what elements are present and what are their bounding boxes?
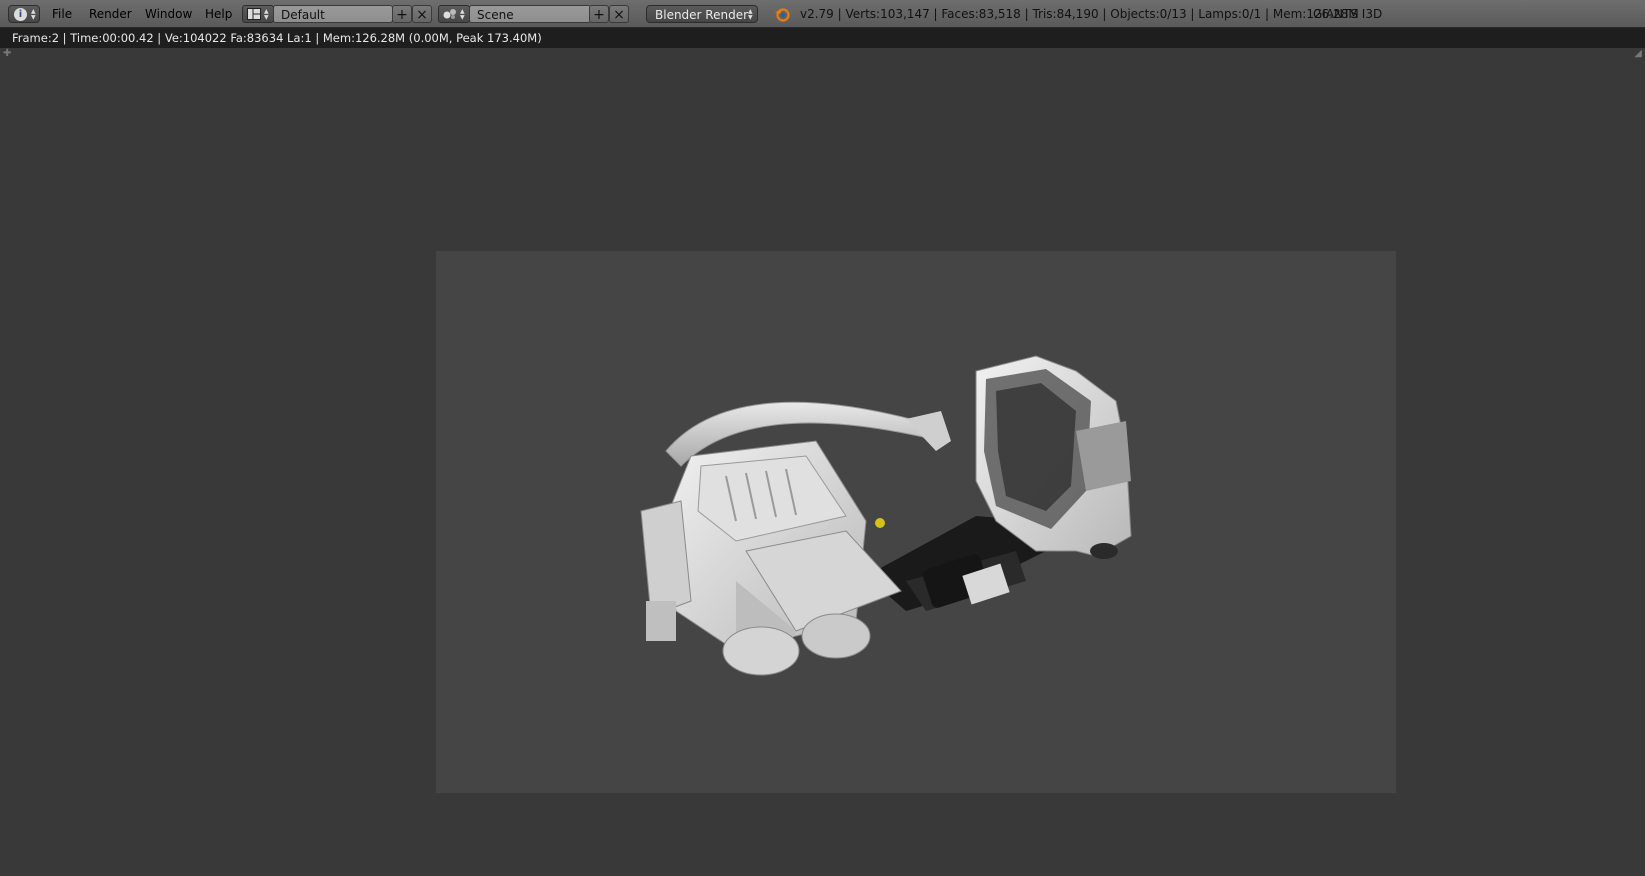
add-icon: + bbox=[396, 7, 408, 23]
truck-render-illustration bbox=[640, 355, 1132, 676]
render-engine-dropdown[interactable]: Blender Render ▲ ▼ bbox=[646, 5, 758, 23]
info-icon: i bbox=[14, 8, 27, 21]
close-icon: × bbox=[613, 7, 625, 23]
screen-layout-selector[interactable]: ▲ ▼ bbox=[242, 5, 274, 23]
add-screen-button[interactable]: + bbox=[392, 5, 412, 23]
scene-statistics: v2.79 | Verts:103,147 | Faces:83,518 | T… bbox=[800, 7, 1359, 21]
scene-selector[interactable]: ▲ ▼ bbox=[438, 5, 470, 23]
add-icon: + bbox=[593, 7, 605, 23]
top-header: i ▲ ▼ File Render Window Help ▲ ▼ Default … bbox=[0, 0, 1645, 28]
screen-layout-icon bbox=[247, 8, 261, 20]
scene-icon bbox=[443, 9, 456, 19]
menu-help[interactable]: Help bbox=[205, 5, 232, 23]
menu-render[interactable]: Render bbox=[89, 5, 132, 23]
menu-window[interactable]: Window bbox=[145, 5, 192, 23]
render-engine-label: Blender Render bbox=[655, 8, 749, 22]
screen-layout-name-field[interactable]: Default bbox=[273, 5, 393, 23]
dropdown-arrows-icon: ▲ ▼ bbox=[748, 8, 753, 21]
dropdown-arrows-icon: ▲ ▼ bbox=[31, 8, 36, 21]
menu-file[interactable]: File bbox=[52, 5, 72, 23]
render-result-image bbox=[436, 251, 1396, 793]
editor-type-selector[interactable]: i ▲ ▼ bbox=[8, 5, 40, 23]
image-editor-viewport[interactable]: ✚ ◢ bbox=[0, 48, 1645, 876]
area-split-handle-left[interactable]: ✚ bbox=[3, 48, 11, 59]
render-info-bar: Frame:2 | Time:00:00.42 | Ve:104022 Fa:8… bbox=[0, 28, 1645, 48]
giants-i3d-label: GIANTS I3D bbox=[1313, 7, 1383, 21]
close-icon: × bbox=[416, 7, 428, 23]
dropdown-arrows-icon: ▲ ▼ bbox=[460, 8, 465, 21]
scene-name-field[interactable]: Scene bbox=[469, 5, 591, 23]
add-scene-button[interactable]: + bbox=[589, 5, 609, 23]
blender-logo-icon bbox=[775, 8, 790, 22]
dropdown-arrows-icon: ▲ ▼ bbox=[264, 8, 269, 21]
delete-scene-button[interactable]: × bbox=[609, 5, 629, 23]
delete-screen-button[interactable]: × bbox=[412, 5, 432, 23]
area-split-handle-right[interactable]: ◢ bbox=[1634, 48, 1642, 59]
